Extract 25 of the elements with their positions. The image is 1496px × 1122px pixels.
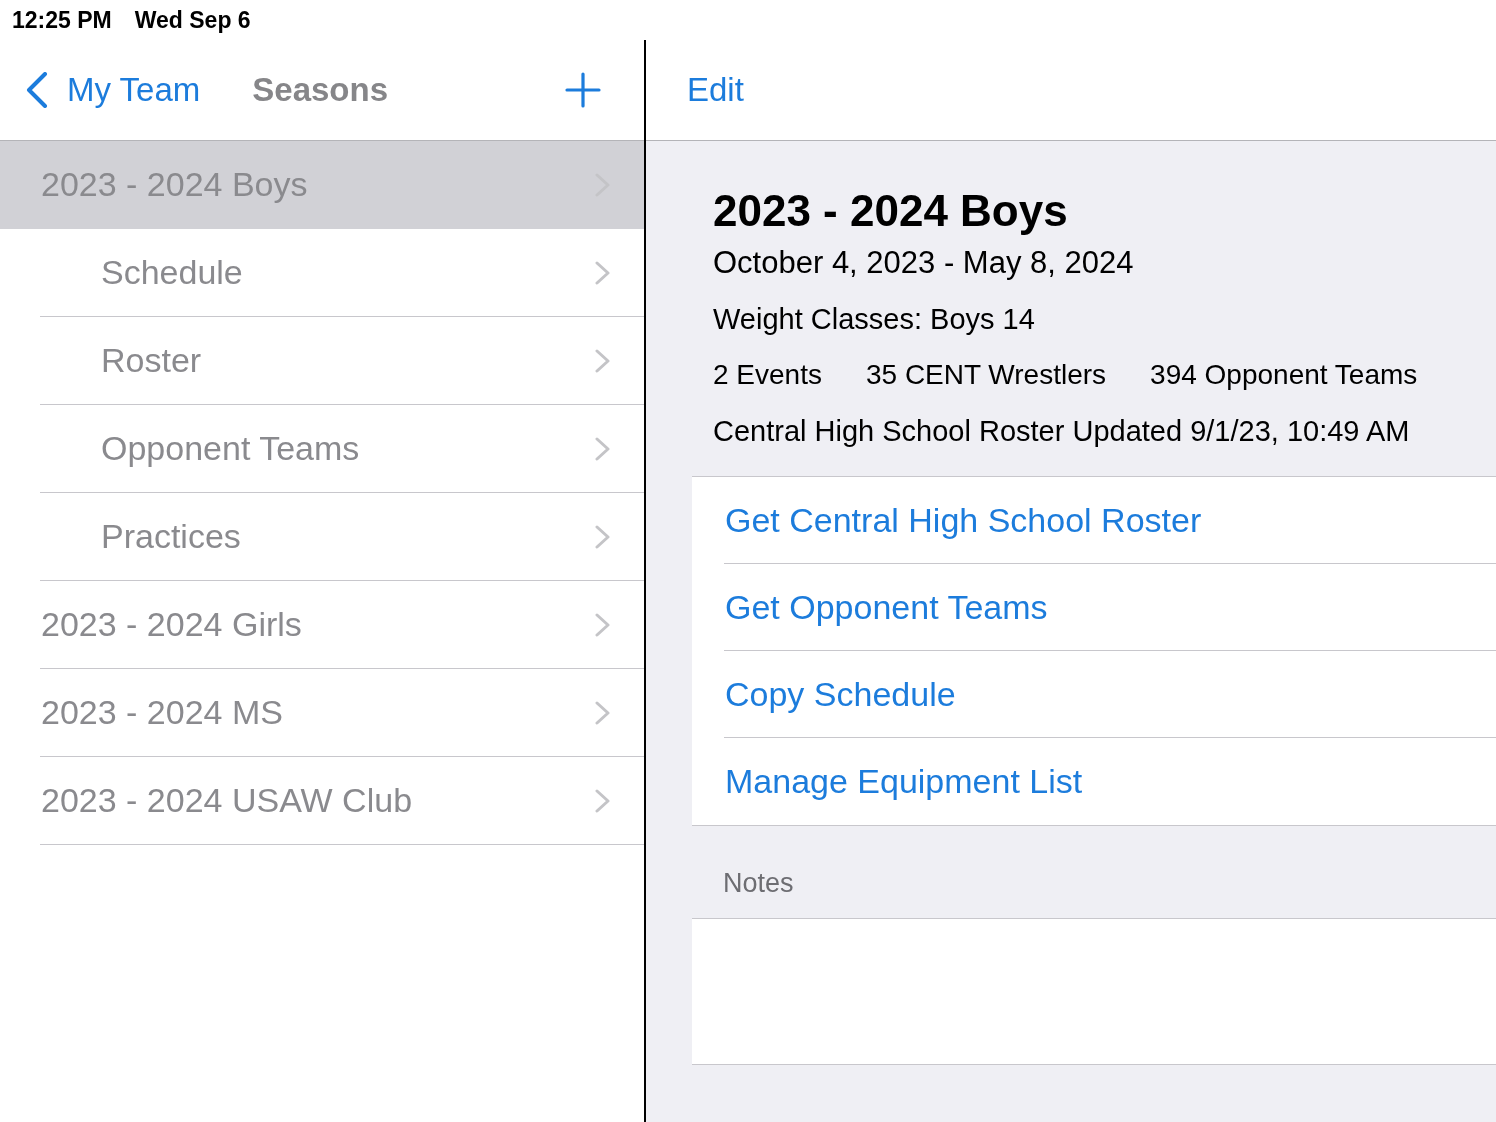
- back-button[interactable]: My Team: [26, 70, 201, 110]
- stat-text: 394 Opponent Teams: [1150, 358, 1418, 392]
- chevron-icon: [595, 788, 610, 813]
- chevron-icon: [595, 524, 610, 549]
- add-button[interactable]: [565, 72, 601, 108]
- back-chevron-icon: [26, 72, 48, 108]
- chevron-icon: [595, 700, 610, 725]
- stat-text: 2 Events: [713, 358, 822, 392]
- status-time: 12:25 PM: [12, 5, 112, 35]
- chevron-icon: [595, 612, 610, 637]
- season-title: 2023 - 2024 Boys: [713, 185, 1069, 237]
- chevron-icon: [595, 348, 610, 373]
- weight-classes-text: Weight Classes: Boys 14: [713, 302, 1036, 337]
- chevron-icon: [595, 436, 610, 461]
- plus-icon: [565, 72, 601, 108]
- nav-title: Seasons: [252, 70, 388, 111]
- stat-text: 35 CENT Wrestlers: [865, 358, 1107, 392]
- status-date: Wed Sep 6: [134, 5, 251, 35]
- notes-field[interactable]: [692, 918, 1496, 1065]
- date-range: October 4, 2023 - May 8, 2024: [713, 244, 1135, 282]
- chevron-icon: [595, 260, 610, 285]
- edit-button[interactable]: Edit: [687, 70, 744, 110]
- season-item[interactable]: 2023 - 2024 Boys: [0, 141, 644, 229]
- roster-updated-text: Central High School Roster Updated 9/1/23, 10:49 AM: [713, 414, 1411, 449]
- notes-header: Notes: [723, 867, 794, 899]
